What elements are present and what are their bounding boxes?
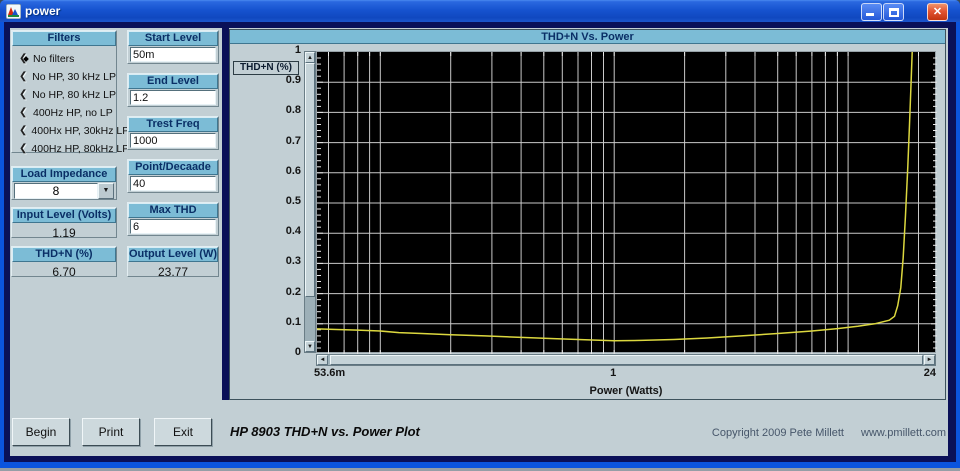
maximize-icon [889, 8, 899, 17]
y-tick-label: 0.5 [285, 195, 301, 207]
website-text: www.pmillett.com [861, 427, 946, 439]
points-per-decade-input[interactable] [130, 176, 216, 191]
vertical-scrollbar-thumb[interactable] [305, 63, 315, 297]
chart-panel: THD+N Vs. Power THD+N (%) 1 0.9 0.8 0.7 0.6 0… [229, 29, 946, 400]
radio-400hz-hp-80khz-lp[interactable]: ❮ 400Hz HP, 80kHz LP [12, 140, 129, 158]
dropdown-arrow-icon[interactable]: ▼ [98, 183, 114, 199]
y-tick-label: 0.2 [285, 285, 301, 298]
test-freq-group: Trest Freq [127, 116, 219, 150]
radio-no-filters[interactable]: ❮ No filters [12, 50, 116, 68]
app-description: HP 8903 THD+N vs. Power Plot [230, 424, 420, 439]
exit-button[interactable]: Exit [154, 418, 212, 446]
chart-vertical-scrollbar[interactable]: ▲ ▼ [304, 51, 316, 353]
test-freq-input[interactable] [130, 133, 216, 148]
y-tick-label: 0.9 [285, 74, 301, 87]
chart-title: THD+N Vs. Power [230, 30, 945, 44]
radio-button-icon: ❮ [19, 143, 28, 154]
start-level-input[interactable] [130, 47, 216, 62]
radio-label: 400Hz HP, 80kHz LP [31, 143, 130, 155]
minimize-button[interactable] [861, 3, 882, 21]
scroll-right-icon[interactable]: ► [924, 355, 935, 365]
filters-group: Filters ❮ No filters ❮ No HP, 30 kHz LP … [11, 30, 129, 155]
x-tick-label: 53.6m [314, 367, 346, 379]
radio-no-hp-30khz-lp[interactable]: ❮ No HP, 30 kHz LP [12, 68, 116, 86]
radio-400hz-hp-30khz-lp[interactable]: ❮ 400Hx HP, 30kHz LP [12, 122, 129, 140]
horizontal-scrollbar-thumb[interactable] [330, 355, 923, 365]
test-freq-label: Trest Freq [128, 117, 218, 132]
print-button[interactable]: Print [82, 418, 140, 446]
minimize-icon [866, 13, 874, 16]
input-level-group: Input Level (Volts) 1.19 [11, 207, 117, 240]
end-level-label: End Level [128, 74, 218, 89]
y-tick-label: 0.7 [285, 134, 301, 147]
panel-divider [222, 28, 229, 400]
load-impedance-group: Load Impedance 8 ▼ [11, 166, 117, 200]
radio-label: No HP, 30 kHz LP [32, 71, 116, 83]
max-thd-group: Max THD [127, 202, 219, 236]
radio-button-icon: ❮ [19, 125, 28, 136]
y-axis-tick-labels: 1 0.9 0.8 0.7 0.6 0.5 0.4 0.3 0.2 0.1 0 [230, 30, 301, 399]
thd-n-group: THD+N (%) 6.70 [11, 246, 117, 279]
scroll-up-icon[interactable]: ▲ [305, 52, 315, 63]
y-tick-label: 0.6 [285, 164, 301, 177]
end-level-group: End Level [127, 73, 219, 107]
x-axis-label: Power (Watts) [589, 385, 663, 397]
max-thd-label: Max THD [128, 203, 218, 218]
y-tick-label: 0.4 [285, 225, 301, 238]
y-tick-label: 0.1 [285, 315, 301, 328]
start-level-label: Start Level [128, 31, 218, 46]
input-level-value: 1.19 [52, 226, 76, 240]
output-level-label: Output Level (W) [128, 247, 218, 262]
maximize-button[interactable] [883, 3, 904, 21]
window-title: power [25, 4, 61, 18]
thd-curve-chart [316, 51, 937, 354]
y-tick-label: 0.8 [285, 104, 301, 117]
thd-n-label: THD+N (%) [12, 247, 116, 262]
max-thd-input[interactable] [130, 219, 216, 234]
load-impedance-select[interactable]: 8 ▼ [14, 183, 114, 199]
scroll-left-icon[interactable]: ◄ [317, 355, 328, 365]
input-level-label: Input Level (Volts) [12, 208, 116, 223]
load-impedance-value: 8 [14, 183, 98, 199]
x-tick-label: 1 [610, 367, 617, 379]
scroll-down-icon[interactable]: ▼ [305, 341, 315, 352]
end-level-input[interactable] [130, 90, 216, 105]
points-per-decade-group: Point/Decaade [127, 159, 219, 193]
app-icon [5, 3, 22, 19]
radio-label: 400Hz HP, no LP [33, 107, 113, 119]
radio-button-icon: ❮ [19, 89, 28, 100]
output-level-group: Output Level (W) 23.77 [127, 246, 219, 279]
y-tick-label: 1 [294, 44, 301, 56]
filters-group-title: Filters [12, 31, 116, 46]
titlebar[interactable]: power ✕ [0, 0, 960, 22]
radio-button-icon: ❮ [19, 107, 28, 118]
y-tick-label: 0 [294, 346, 301, 358]
load-impedance-label: Load Impedance [12, 167, 116, 182]
y-tick-label: 0.3 [285, 255, 301, 268]
radio-button-icon: ❮ [19, 71, 28, 82]
thd-n-value: 6.70 [52, 265, 76, 279]
radio-label: No filters [33, 53, 75, 65]
points-per-decade-label: Point/Decaade [128, 160, 218, 175]
close-button[interactable]: ✕ [927, 3, 948, 21]
copyright-row: Copyright 2009 Pete Millett www.pmillett… [690, 427, 946, 439]
output-level-value: 23.77 [157, 265, 189, 279]
copyright-text: Copyright 2009 Pete Millett [711, 427, 844, 439]
radio-400hz-hp-no-lp[interactable]: ❮ 400Hz HP, no LP [12, 104, 116, 122]
radio-label: No HP, 80 kHz LP [32, 89, 116, 101]
radio-no-hp-80khz-lp[interactable]: ❮ No HP, 80 kHz LP [12, 86, 116, 104]
app-window: power ✕ Filters ❮ No filters ❮ No HP, 30… [0, 0, 960, 471]
begin-button[interactable]: Begin [12, 418, 70, 446]
radio-label: 400Hx HP, 30kHz LP [31, 125, 130, 137]
start-level-group: Start Level [127, 30, 219, 64]
chart-horizontal-scrollbar[interactable]: ◄ ► [316, 354, 936, 366]
x-tick-label: 24 [923, 367, 936, 379]
radio-button-icon: ❮ [19, 53, 28, 64]
plot-area [316, 51, 937, 354]
